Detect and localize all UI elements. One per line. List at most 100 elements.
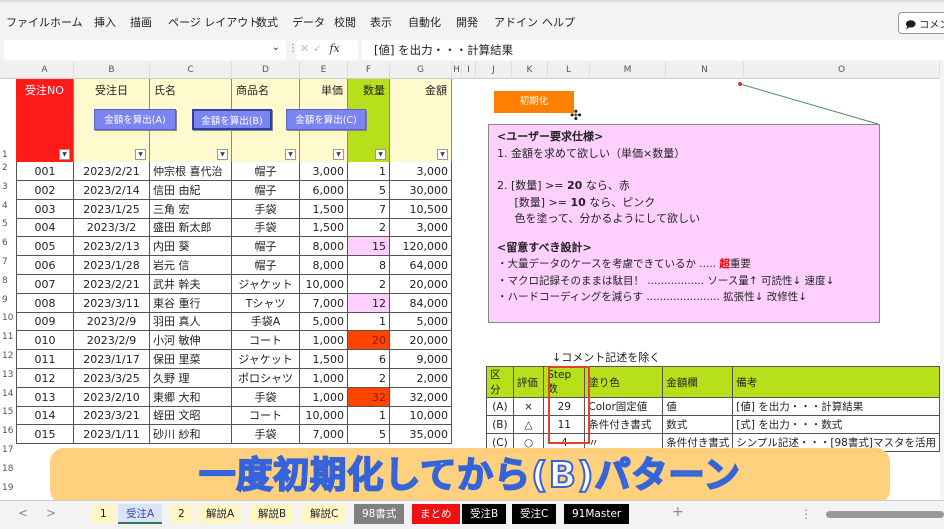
cell-order-date[interactable]: 2023/1/11	[74, 425, 150, 445]
menu-page-layout[interactable]: ページ レイアウト	[168, 14, 259, 30]
cell-order-date[interactable]: 2023/3/25	[74, 368, 150, 388]
cell-customer-name[interactable]: 盛田 新太郎	[150, 218, 232, 238]
cell-quantity[interactable]: 7	[348, 199, 390, 219]
cell-amount[interactable]: 3,000	[390, 218, 452, 238]
menu-data[interactable]: データ	[292, 14, 325, 30]
menu-insert[interactable]: 挿入	[94, 14, 116, 30]
row-header-19[interactable]: 19	[0, 483, 16, 493]
cell-product-name[interactable]: 手袋	[232, 199, 300, 219]
menu-draw[interactable]: 描画	[130, 14, 152, 30]
cell-amount[interactable]: 20,000	[390, 274, 452, 294]
cell-order-date[interactable]: 2023/1/28	[74, 256, 150, 275]
summary-cell[interactable]: Color固定値	[584, 397, 664, 416]
cell-order-no[interactable]: 009	[16, 312, 74, 332]
name-box[interactable]: ⌄	[4, 40, 286, 60]
sheet-tab[interactable]: 解説B	[250, 504, 295, 524]
menu-developer[interactable]: 開発	[456, 14, 478, 30]
filter-dropdown-icon[interactable]: ▼	[375, 149, 386, 160]
row-header-2[interactable]: 2	[0, 163, 16, 173]
sheet-tab[interactable]: 受注B	[462, 504, 507, 524]
cell-unit-price[interactable]: 7,000	[300, 293, 348, 313]
menu-home[interactable]: ホーム	[50, 14, 83, 30]
cell-unit-price[interactable]: 5,000	[300, 312, 348, 332]
cell-amount[interactable]: 20,000	[390, 331, 452, 351]
cell-amount[interactable]: 64,000	[390, 256, 452, 275]
cell-order-date[interactable]: 2023/3/11	[74, 293, 150, 313]
filter-dropdown-icon[interactable]: ▼	[135, 149, 146, 160]
cell-unit-price[interactable]: 1,500	[300, 218, 348, 238]
cell-product-name[interactable]: 手袋	[232, 218, 300, 238]
cell-unit-price[interactable]: 1,000	[300, 331, 348, 351]
row-header-17[interactable]: 17	[0, 445, 16, 455]
cell-product-name[interactable]: 帽子	[232, 256, 300, 275]
cell-order-date[interactable]: 2023/2/14	[74, 180, 150, 200]
cell-amount[interactable]: 3,000	[390, 162, 452, 181]
more-options-icon[interactable]: ⋮	[800, 507, 812, 521]
cell-order-no[interactable]: 008	[16, 293, 74, 313]
cell-order-no[interactable]: 015	[16, 425, 74, 445]
cell-amount[interactable]: 84,000	[390, 293, 452, 313]
cell-product-name[interactable]: ポロシャツ	[232, 368, 300, 388]
prev-sheet-icon[interactable]: <	[18, 506, 28, 520]
cell-customer-name[interactable]: 三角 宏	[150, 199, 232, 219]
cancel-icon[interactable]: ✕	[300, 42, 309, 55]
sheet-tab[interactable]: 91Master	[564, 504, 630, 524]
cell-product-name[interactable]: ジャケット	[232, 350, 300, 369]
cell-amount[interactable]: 2,000	[390, 368, 452, 388]
filter-dropdown-icon[interactable]: ▼	[59, 149, 70, 160]
horizontal-scrollbar[interactable]	[826, 511, 944, 518]
comment-button[interactable]: 🗩 コメント	[898, 12, 944, 34]
cell-customer-name[interactable]: 信田 由紀	[150, 180, 232, 200]
row-header-18[interactable]: 18	[0, 464, 16, 474]
cell-unit-price[interactable]: 3,000	[300, 162, 348, 181]
cell-quantity[interactable]: 1	[348, 406, 390, 426]
cell-unit-price[interactable]: 1,000	[300, 368, 348, 388]
cell-quantity[interactable]: 2	[348, 274, 390, 294]
cell-order-no[interactable]: 012	[16, 368, 74, 388]
cell-quantity[interactable]: 6	[348, 350, 390, 369]
cell-product-name[interactable]: 手袋A	[232, 312, 300, 332]
summary-cell[interactable]: (B)	[486, 415, 514, 434]
cell-order-date[interactable]: 2023/2/21	[74, 162, 150, 181]
cell-order-date[interactable]: 2023/3/21	[74, 406, 150, 426]
insert-function-icon[interactable]: fx	[329, 42, 339, 55]
cell-quantity[interactable]: 2	[348, 368, 390, 388]
row-header-14[interactable]: 14	[0, 389, 16, 399]
cell-customer-name[interactable]: 内田 葵	[150, 237, 232, 257]
cell-product-name[interactable]: 帽子	[232, 180, 300, 200]
filter-dropdown-icon[interactable]: ▼	[333, 149, 344, 160]
menu-addins[interactable]: アドイン	[494, 14, 538, 30]
menu-file[interactable]: ファイル	[6, 14, 50, 30]
menu-review[interactable]: 校閲	[334, 14, 356, 30]
menu-help[interactable]: ヘルプ	[542, 14, 575, 30]
cell-customer-name[interactable]: 武井 幹夫	[150, 274, 232, 294]
cell-quantity[interactable]: 5	[348, 425, 390, 445]
filter-dropdown-icon[interactable]: ▼	[217, 149, 228, 160]
cell-product-name[interactable]: ジャケット	[232, 274, 300, 294]
summary-cell[interactable]: △	[512, 415, 545, 434]
cell-quantity[interactable]: 1	[348, 162, 390, 181]
cell-order-no[interactable]: 002	[16, 180, 74, 200]
row-header-13[interactable]: 13	[0, 370, 16, 380]
cell-order-date[interactable]: 2023/3/2	[74, 218, 150, 238]
confirm-icon[interactable]: ✓	[313, 42, 322, 55]
cell-quantity[interactable]: 12	[348, 293, 390, 313]
cell-product-name[interactable]: 手袋	[232, 425, 300, 445]
cell-customer-name[interactable]: 羽田 真人	[150, 312, 232, 332]
cell-quantity[interactable]: 32	[348, 387, 390, 407]
cell-customer-name[interactable]: 岩元 信	[150, 256, 232, 275]
cell-customer-name[interactable]: 蛭田 文昭	[150, 406, 232, 426]
cell-order-date[interactable]: 2023/1/25	[74, 199, 150, 219]
cell-quantity[interactable]: 8	[348, 256, 390, 275]
cell-customer-name[interactable]: 東郷 大和	[150, 387, 232, 407]
cell-customer-name[interactable]: 久野 理	[150, 368, 232, 388]
cell-unit-price[interactable]: 8,000	[300, 256, 348, 275]
row-header-15[interactable]: 15	[0, 407, 16, 417]
sheet-tab[interactable]: 解説C	[302, 504, 347, 524]
cell-order-no[interactable]: 013	[16, 387, 74, 407]
summary-cell[interactable]: [値] を出力・・・計算結果	[732, 397, 940, 416]
row-header-5[interactable]: 5	[0, 219, 16, 229]
cell-unit-price[interactable]: 8,000	[300, 237, 348, 257]
row-header-7[interactable]: 7	[0, 257, 16, 267]
sheet-tab[interactable]: 解説A	[198, 504, 243, 524]
